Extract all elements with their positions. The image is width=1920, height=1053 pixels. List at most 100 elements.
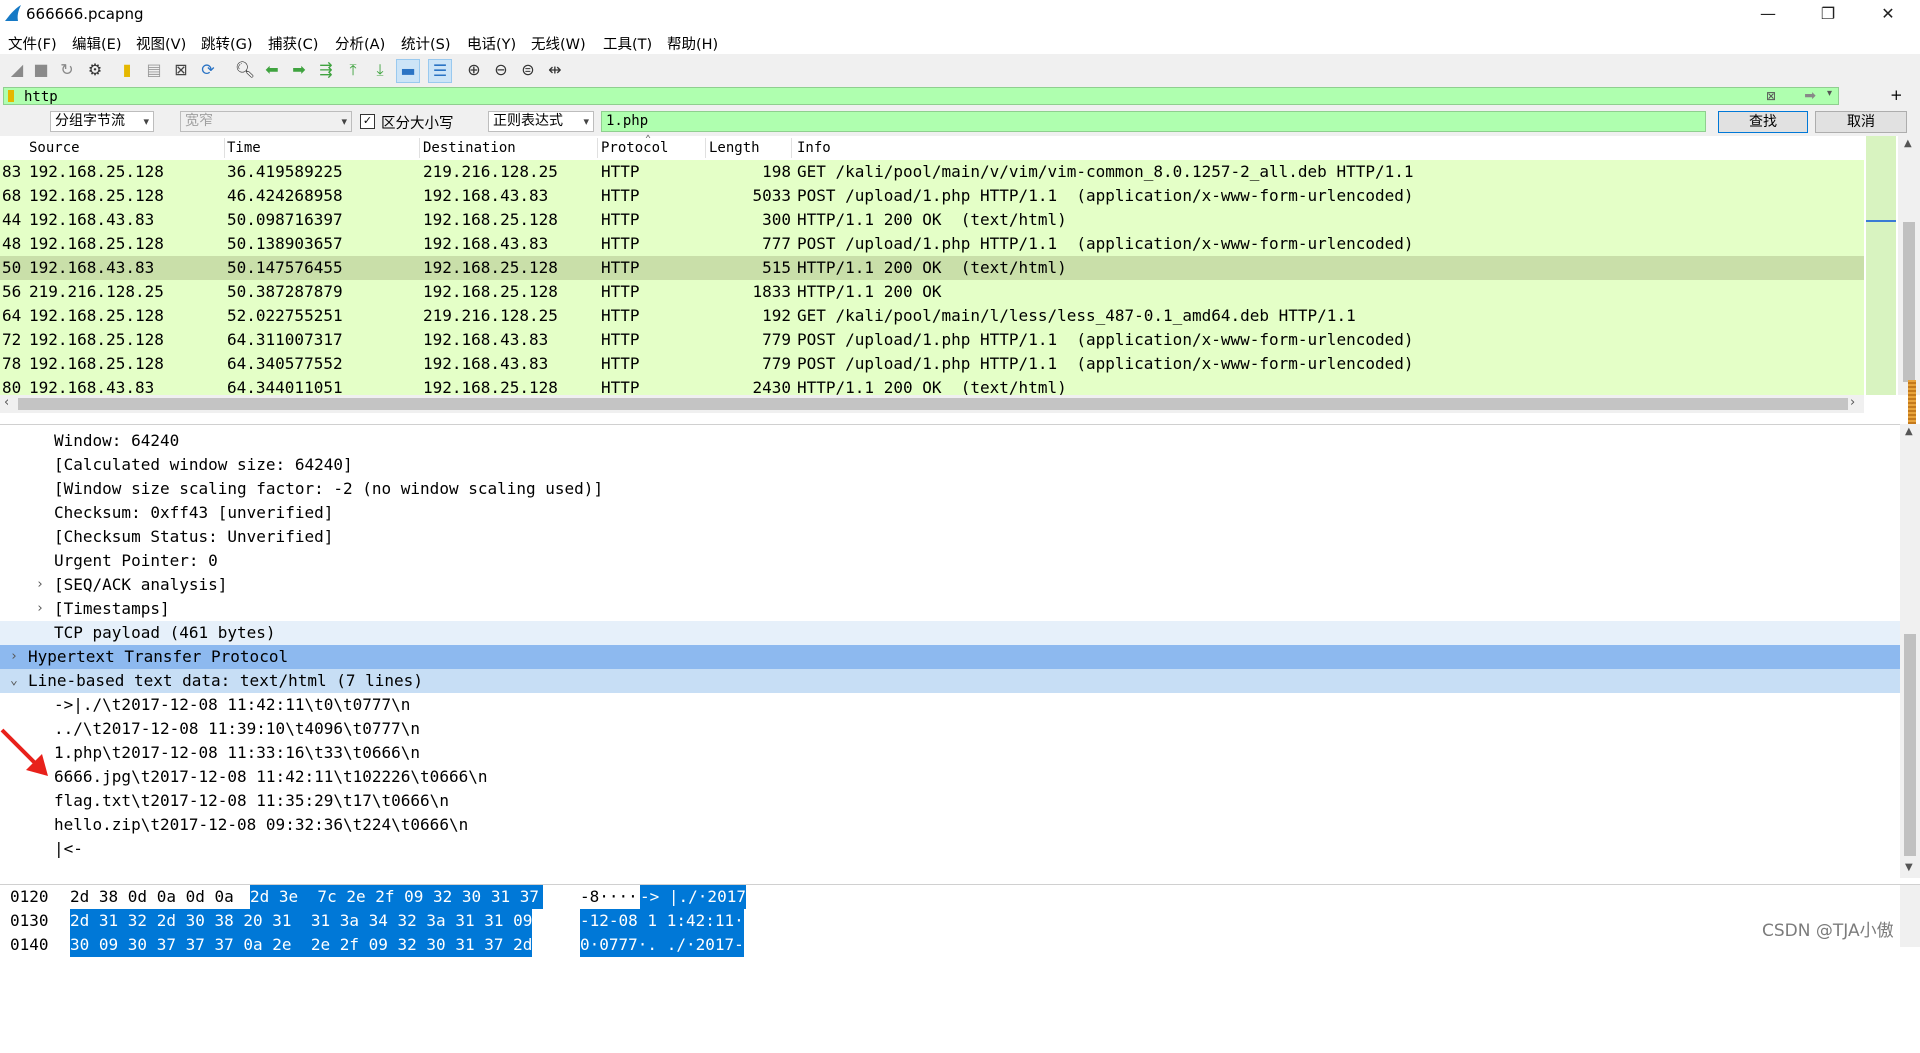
tree-node[interactable]: Urgent Pointer: 0	[0, 549, 1900, 573]
column-header-time[interactable]: Time	[227, 140, 261, 156]
menu-tools[interactable]: 工具(T)	[603, 33, 652, 54]
case-sensitive-checkbox[interactable]: ✓	[360, 114, 375, 129]
scrollbar-thumb[interactable]	[1903, 222, 1915, 382]
scroll-right-icon[interactable]: ›	[1850, 395, 1855, 410]
scroll-up-icon[interactable]: ▲	[1905, 426, 1913, 437]
packet-row[interactable]: 72 192.168.25.128 64.311007317 192.168.43.8…	[0, 328, 1864, 352]
go-last-icon[interactable]: ⤓	[369, 59, 391, 81]
tree-node-expandable[interactable]: ⌄ Line-based text data: text/html (7 line…	[0, 669, 1900, 693]
column-divider[interactable]	[224, 138, 225, 158]
restore-button[interactable]: ❐	[1800, 0, 1856, 29]
column-divider[interactable]	[597, 138, 598, 158]
minimize-button[interactable]: —	[1740, 0, 1796, 29]
menu-file[interactable]: 文件(F)	[8, 33, 57, 54]
menu-edit[interactable]: 编辑(E)	[72, 33, 121, 54]
tree-node[interactable]: Checksum: 0xff43 [unverified]	[0, 501, 1900, 525]
go-to-packet-icon[interactable]: ⇶	[315, 59, 337, 81]
tree-node[interactable]: |<-	[0, 837, 1900, 861]
zoom-in-icon[interactable]: ⊕	[463, 59, 485, 81]
tree-node[interactable]: Window: 64240	[0, 429, 1900, 453]
tree-node[interactable]: 6666.jpg\t2017-12-08 11:42:11\t102226\t0…	[0, 765, 1900, 789]
menu-capture[interactable]: 捕获(C)	[268, 33, 318, 54]
scroll-up-icon[interactable]: ▲	[1904, 138, 1912, 149]
zoom-out-icon[interactable]: ⊖	[490, 59, 512, 81]
packet-row[interactable]: 48 192.168.25.128 50.138903657 192.168.43.8…	[0, 232, 1864, 256]
packet-row[interactable]: 80 192.168.43.83 64.344011051 192.168.25.12…	[0, 376, 1864, 395]
tree-node[interactable]: TCP payload (461 bytes)	[0, 621, 1900, 645]
column-header-destination[interactable]: Destination	[423, 140, 516, 156]
scrollbar-thumb[interactable]	[18, 398, 1848, 410]
tree-node-expandable[interactable]: › [SEQ/ACK analysis]	[0, 573, 1900, 597]
tree-node[interactable]: [Calculated window size: 64240]	[0, 453, 1900, 477]
column-divider[interactable]	[705, 138, 706, 158]
scrollbar-thumb[interactable]	[1904, 634, 1916, 856]
resize-columns-icon[interactable]: ⇹	[544, 59, 566, 81]
column-header-source[interactable]: Source	[29, 140, 80, 156]
tree-node[interactable]: hello.zip\t2017-12-08 09:32:36\t224\t066…	[0, 813, 1900, 837]
menu-statistics[interactable]: 统计(S)	[401, 33, 451, 54]
column-header-info[interactable]: Info	[797, 140, 831, 156]
display-filter-input[interactable]: http ⊠ ➡ ▾	[3, 87, 1839, 105]
apply-filter-icon[interactable]: ➡	[1804, 88, 1816, 104]
shark-fin-start-icon[interactable]: ◢	[6, 59, 28, 81]
menu-help[interactable]: 帮助(H)	[667, 33, 718, 54]
scroll-down-icon[interactable]: ▼	[1905, 862, 1913, 873]
close-file-icon[interactable]: ⊠	[170, 59, 192, 81]
options-gear-icon[interactable]: ⚙	[84, 59, 106, 81]
menu-analyze[interactable]: 分析(A)	[335, 33, 385, 54]
packet-row[interactable]: 78 192.168.25.128 64.340577552 192.168.43.8…	[0, 352, 1864, 376]
bytes-vertical-scrollbar[interactable]	[1900, 885, 1920, 947]
bytes-row[interactable]: 0130 2d 31 32 2d 30 38 20 31 31 3a 34 32…	[0, 909, 744, 933]
expand-chevron-icon[interactable]: ›	[10, 645, 18, 669]
tree-node[interactable]: ../\t2017-12-08 11:39:10\t4096\t0777\n	[0, 717, 1900, 741]
autoscroll-icon[interactable]: ▬	[396, 59, 420, 83]
packet-row[interactable]: 44 192.168.43.83 50.098716397 192.168.25.12…	[0, 208, 1864, 232]
menu-view[interactable]: 视图(V)	[136, 33, 186, 54]
add-filter-button-icon[interactable]: +	[1890, 86, 1903, 104]
go-forward-icon[interactable]: ➡	[288, 59, 310, 81]
find-packet-icon[interactable]: 🔍︎	[234, 59, 256, 81]
tree-node[interactable]: [Window size scaling factor: -2 (no wind…	[0, 477, 1900, 501]
clear-filter-icon[interactable]: ⊠	[1766, 89, 1776, 103]
packet-row[interactable]: 56 219.216.128.25 50.387287879 192.168.25.1…	[0, 280, 1864, 304]
bytes-row[interactable]: 0140 30 09 30 37 37 37 0a 2e 2e 2f 09 32…	[0, 933, 744, 957]
packet-row[interactable]: 83 192.168.25.128 36.419589225 219.216.128.…	[0, 160, 1864, 184]
packet-list-horizontal-scrollbar[interactable]: ‹ ›	[0, 395, 1864, 413]
reload-icon[interactable]: ⟳	[197, 59, 219, 81]
expand-chevron-icon[interactable]: ›	[36, 573, 44, 597]
zoom-normal-icon[interactable]: ⊜	[517, 59, 539, 81]
tree-node[interactable]: flag.txt\t2017-12-08 11:35:29\t17\t0666\…	[0, 789, 1900, 813]
menu-go[interactable]: 跳转(G)	[201, 33, 253, 54]
menu-telephony[interactable]: 电话(Y)	[467, 33, 516, 54]
tree-node[interactable]: 1.php\t2017-12-08 11:33:16\t33\t0666\n	[0, 741, 1900, 765]
search-scope-select[interactable]: 分组字节流 ▾	[50, 111, 154, 132]
column-header-protocol[interactable]: Protocol	[601, 140, 668, 156]
colorize-icon[interactable]: ☰	[428, 59, 452, 83]
charset-select[interactable]: 宽窄 ▾	[180, 111, 352, 132]
tree-node-expandable[interactable]: › [Timestamps]	[0, 597, 1900, 621]
column-divider[interactable]	[791, 138, 792, 158]
column-header-length[interactable]: Length	[709, 140, 760, 156]
find-button[interactable]: 查找	[1718, 111, 1808, 133]
collapse-chevron-icon[interactable]: ⌄	[10, 669, 18, 693]
close-button[interactable]: ✕	[1860, 0, 1916, 29]
filter-history-icon[interactable]: ▾	[1827, 88, 1832, 99]
packet-row[interactable]: 64 192.168.25.128 52.022755251 219.216.128.…	[0, 304, 1864, 328]
restart-icon[interactable]: ↻	[56, 59, 78, 81]
go-first-icon[interactable]: ⤒	[342, 59, 364, 81]
go-back-icon[interactable]: ⬅	[261, 59, 283, 81]
scroll-left-icon[interactable]: ‹	[4, 395, 9, 410]
packet-row[interactable]: 68 192.168.25.128 46.424268958 192.168.43.8…	[0, 184, 1864, 208]
expand-chevron-icon[interactable]: ›	[36, 597, 44, 621]
packet-list-vertical-scrollbar[interactable]: ▲	[1898, 136, 1920, 395]
column-divider[interactable]	[419, 138, 420, 158]
tree-node-expandable[interactable]: › Hypertext Transfer Protocol	[0, 645, 1900, 669]
cancel-button[interactable]: 取消	[1815, 111, 1907, 133]
tree-node[interactable]: ->|./\t2017-12-08 11:42:11\t0\t0777\n	[0, 693, 1900, 717]
save-file-icon[interactable]: ▤	[143, 59, 165, 81]
menu-wireless[interactable]: 无线(W)	[531, 33, 586, 54]
packet-minimap[interactable]	[1866, 136, 1896, 395]
details-vertical-scrollbar[interactable]: ▲ ▼	[1900, 424, 1920, 878]
stop-icon[interactable]: ■	[30, 59, 52, 81]
packet-row[interactable]: 50 192.168.43.83 50.147576455 192.168.25.12…	[0, 256, 1864, 280]
